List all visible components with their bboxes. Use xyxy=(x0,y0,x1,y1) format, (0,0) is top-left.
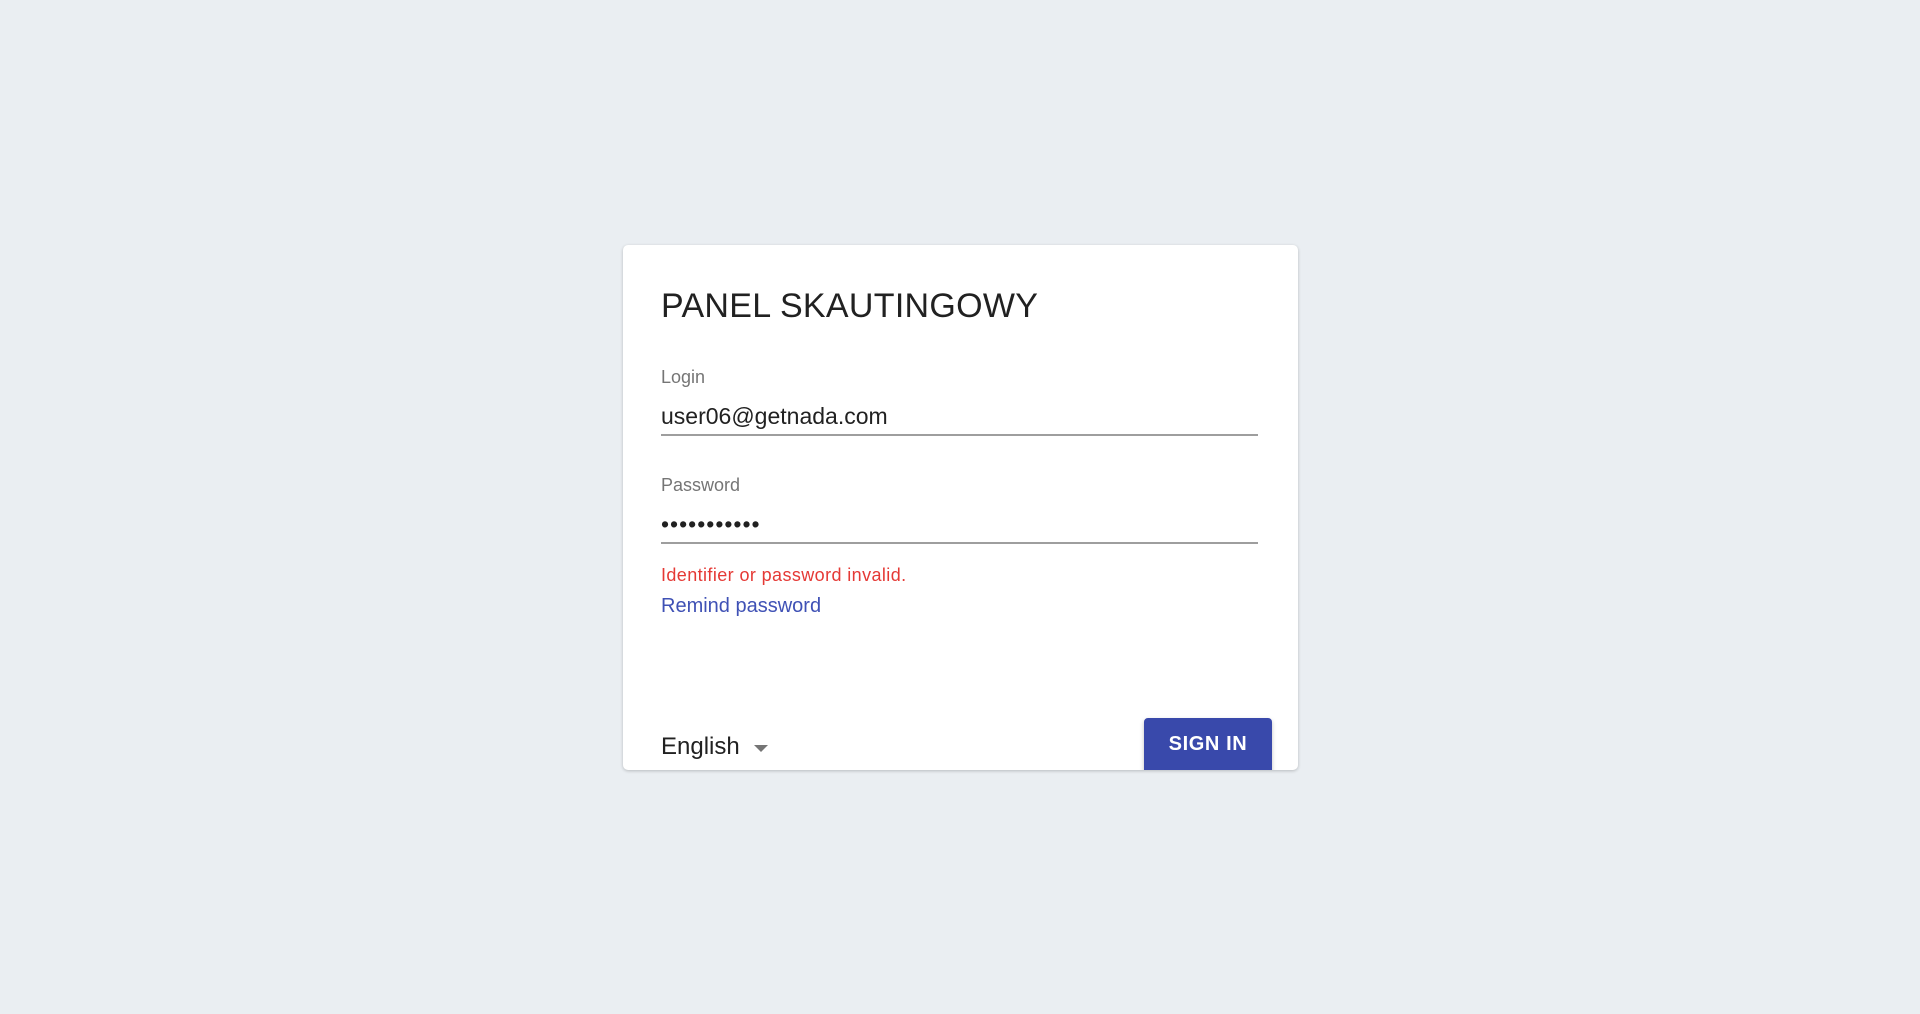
remind-password-link[interactable]: Remind password xyxy=(661,595,821,618)
sign-in-button[interactable]: SIGN IN xyxy=(1144,718,1272,770)
password-label: Password xyxy=(661,475,741,495)
page-title: PANEL SKAUTINGOWY xyxy=(661,287,1039,325)
error-message: Identifier or password invalid. xyxy=(661,565,907,585)
login-card: PANEL SKAUTINGOWY Login Password •••••••… xyxy=(623,245,1298,770)
login-input[interactable] xyxy=(661,398,1258,436)
language-select[interactable]: English xyxy=(661,733,768,761)
password-input[interactable]: ••••••••••• xyxy=(661,506,1258,544)
chevron-down-icon xyxy=(753,745,768,752)
login-label: Login xyxy=(661,367,706,387)
language-select-value: English xyxy=(661,733,740,760)
